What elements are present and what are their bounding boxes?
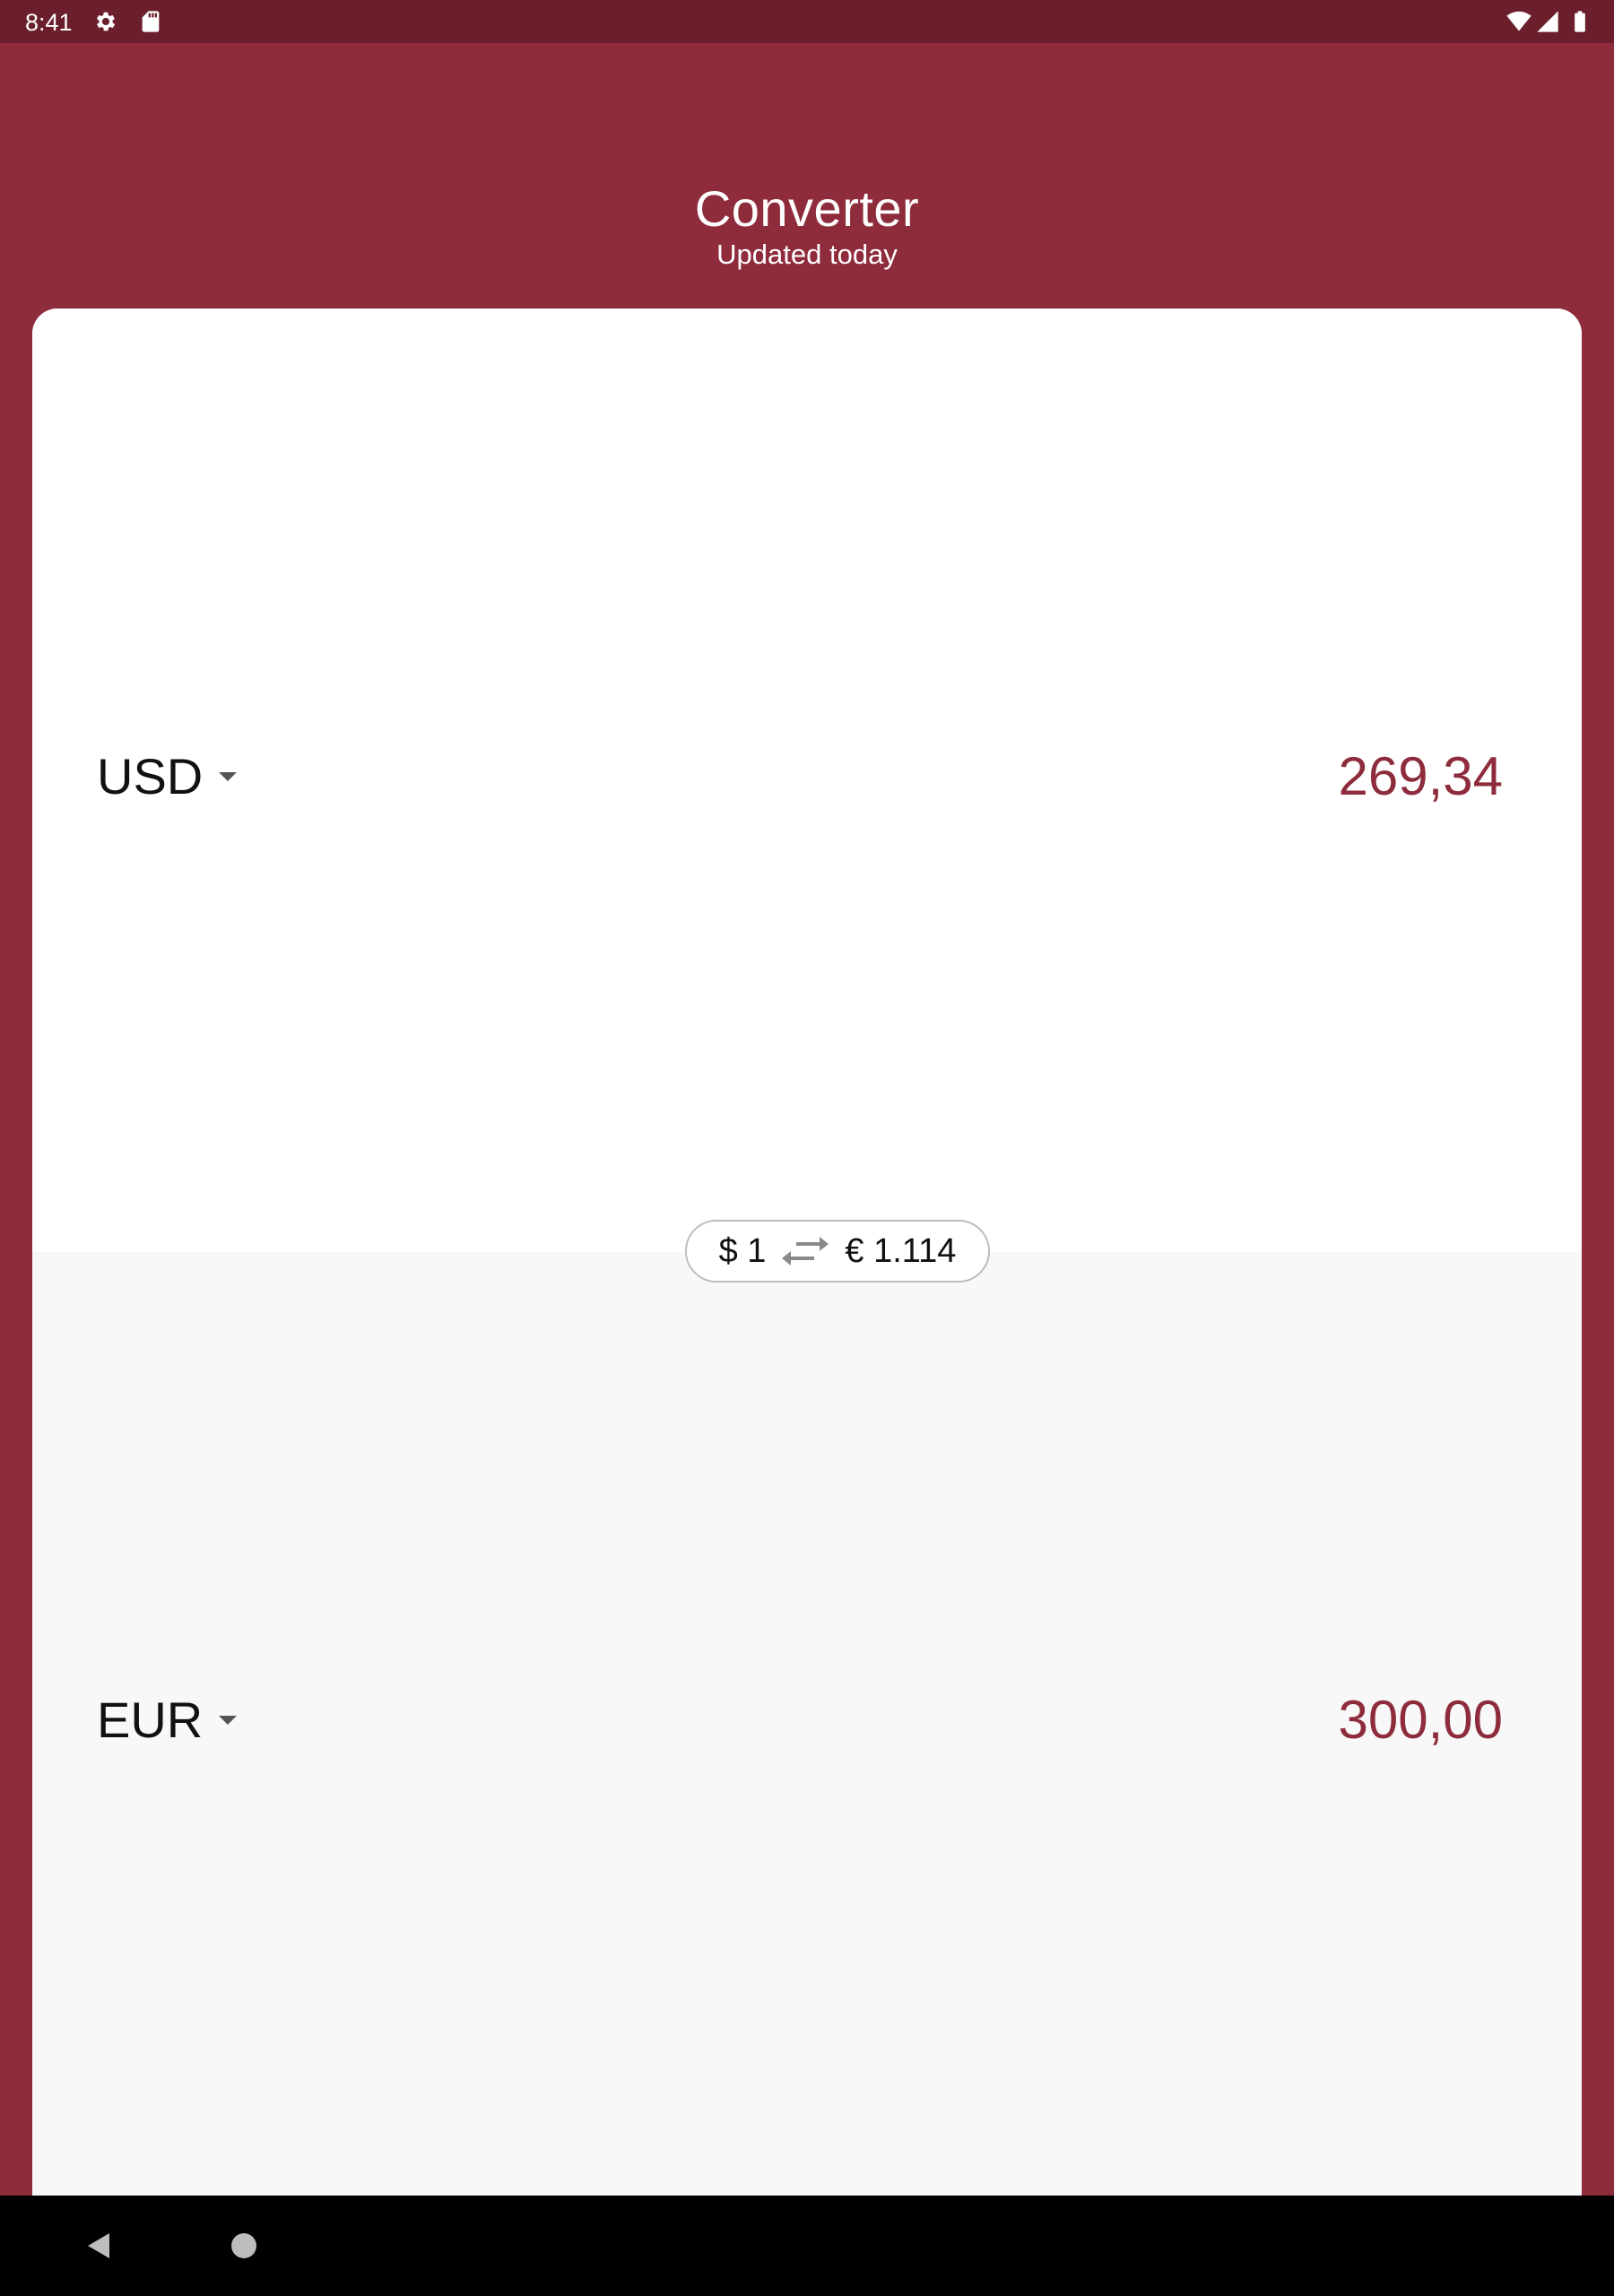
- exchange-rate-swap-button[interactable]: $ 1 € 1.114: [685, 1220, 990, 1283]
- back-icon[interactable]: [84, 2231, 113, 2260]
- home-icon[interactable]: [231, 2233, 256, 2258]
- app-bar: Converter Updated today: [0, 43, 1614, 309]
- wifi-icon: [1506, 11, 1532, 31]
- from-currency-dropdown[interactable]: USD: [97, 741, 238, 813]
- from-amount[interactable]: 269,34: [1338, 741, 1503, 813]
- cell-signal-icon: [1537, 11, 1558, 32]
- chevron-down-icon: [219, 772, 238, 781]
- battery-icon: [1575, 11, 1585, 32]
- swap-arrows-icon: [782, 1237, 829, 1265]
- from-currency-pane[interactable]: USD 269,34: [32, 309, 1582, 1252]
- settings-icon: [96, 12, 116, 31]
- converter-card: USD 269,34 EUR 300,00 $ 1 € 1.114: [32, 309, 1582, 2196]
- to-currency-dropdown[interactable]: EUR: [97, 1684, 238, 1756]
- updated-subtitle: Updated today: [716, 239, 898, 270]
- rate-to: € 1.114: [845, 1231, 957, 1270]
- status-time: 8:41: [25, 9, 73, 36]
- sd-card-icon: [142, 11, 160, 32]
- to-amount[interactable]: 300,00: [1338, 1684, 1503, 1756]
- page-title: Converter: [694, 180, 920, 237]
- chevron-down-icon: [219, 1716, 238, 1725]
- rate-from: $ 1: [718, 1231, 767, 1270]
- navigation-bar: [0, 2196, 1614, 2296]
- to-currency-code: EUR: [97, 1692, 204, 1748]
- from-currency-code: USD: [97, 748, 204, 804]
- status-bar: 8:41: [0, 0, 1614, 43]
- to-currency-pane[interactable]: EUR 300,00: [32, 1252, 1582, 2196]
